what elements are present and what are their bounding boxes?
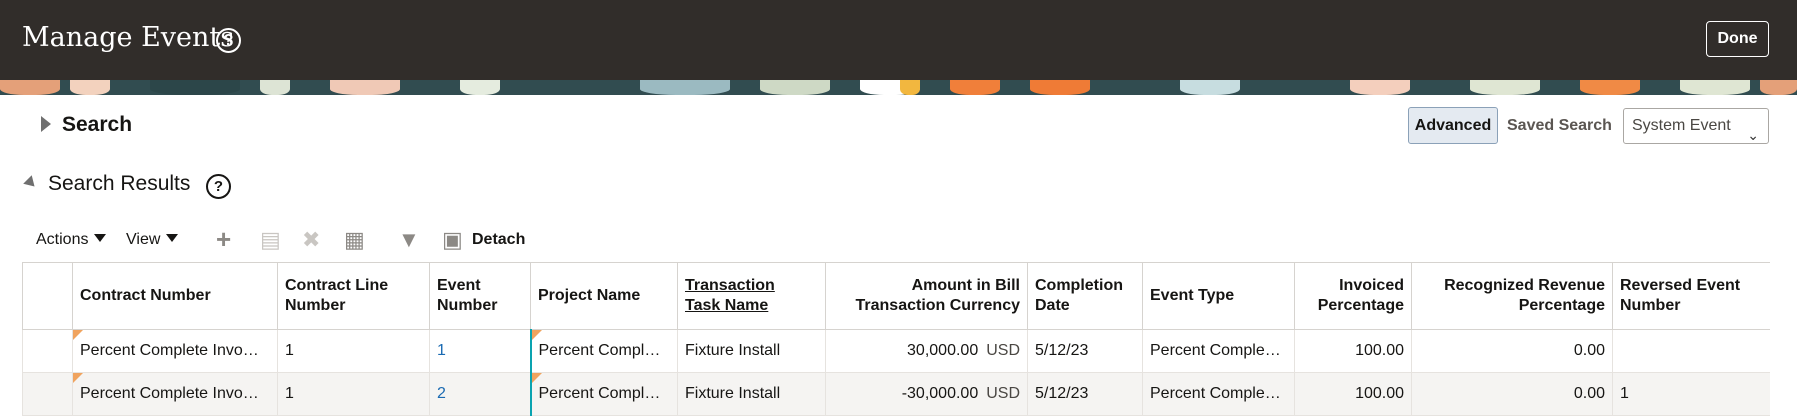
column-header-recognized-revenue-percentage[interactable]: Recognized Revenue Percentage [1411, 262, 1613, 330]
actions-label: Actions [36, 231, 89, 248]
search-section-title[interactable]: Search [62, 113, 132, 137]
help-icon[interactable]: ? [206, 174, 231, 199]
caret-down-icon [166, 234, 179, 242]
reversed-event-cell [1612, 329, 1770, 373]
detach-button[interactable]: Detach [472, 231, 525, 249]
column-header-amount[interactable]: Amount in Bill Transaction Currency [825, 262, 1028, 330]
saved-search-select[interactable]: System Event ⌄ [1623, 108, 1769, 144]
page-title: Manage Events [22, 22, 235, 53]
advanced-button[interactable]: Advanced [1408, 107, 1498, 144]
invoiced-percentage-cell: 100.00 [1294, 329, 1412, 373]
column-header-contract-line-number[interactable]: Contract Line Number [277, 262, 430, 330]
invoiced-percentage-cell: 100.00 [1294, 372, 1412, 416]
event-number-link[interactable]: 2 [429, 372, 531, 416]
amount-cell: -30,000.00 USD [825, 372, 1028, 416]
flag-icon [532, 330, 542, 340]
event-type-cell: Percent Comple… [1142, 372, 1295, 416]
task-name-cell: Fixture Install [677, 372, 826, 416]
chevron-down-icon: ⌄ [1747, 127, 1759, 143]
column-header-transaction-task-name[interactable]: Transaction Task Name [677, 262, 826, 330]
done-button[interactable]: Done [1706, 21, 1769, 57]
events-table: Contract Number Contract Line Number Even… [22, 262, 1770, 416]
contract-line-number-cell: 1 [277, 329, 430, 373]
column-header-project-name[interactable]: Project Name [530, 262, 678, 330]
detach-icon[interactable]: ▣ [442, 227, 463, 253]
table-header-row: Contract Number Contract Line Number Even… [22, 262, 1770, 330]
delete-icon[interactable]: ✖ [302, 227, 320, 253]
saved-search-label: Saved Search [1507, 117, 1612, 134]
column-header-event-type[interactable]: Event Type [1142, 262, 1295, 330]
search-expand-icon[interactable] [41, 116, 51, 132]
view-label: View [126, 231, 161, 248]
recognized-percentage-cell: 0.00 [1411, 329, 1613, 373]
top-bar: Manage Events ? Done [0, 0, 1797, 80]
column-header-reversed-event-number[interactable]: Reversed Event Number [1612, 262, 1770, 330]
view-menu[interactable]: View [126, 231, 179, 249]
project-name-cell: Percent Compl… [529, 329, 678, 373]
contract-number-cell: Percent Complete Invo… [72, 329, 278, 373]
contract-number-cell: Percent Complete Invo… [72, 372, 278, 416]
column-header-invoiced-percentage[interactable]: Invoiced Percentage [1294, 262, 1412, 330]
row-selector-header [22, 262, 73, 330]
results-section-title: Search Results [48, 172, 191, 195]
help-icon[interactable]: ? [216, 28, 241, 53]
flag-icon [73, 330, 83, 340]
reversed-event-cell: 1 [1612, 372, 1770, 416]
event-type-cell: Percent Comple… [1142, 329, 1295, 373]
column-header-event-number[interactable]: Event Number [429, 262, 531, 330]
export-icon[interactable]: ▦ [344, 227, 365, 253]
actions-menu[interactable]: Actions [36, 231, 107, 249]
row-selector[interactable] [22, 329, 73, 373]
event-number-link[interactable]: 1 [429, 329, 531, 373]
project-name-cell: Percent Compl… [529, 372, 678, 416]
filter-icon[interactable]: ▼ [398, 227, 420, 253]
decorative-banner [0, 80, 1797, 95]
completion-date-cell: 5/12/23 [1027, 372, 1143, 416]
completion-date-cell: 5/12/23 [1027, 329, 1143, 373]
caret-down-icon [94, 234, 107, 242]
edit-icon[interactable]: ▤ [260, 227, 281, 253]
table-row[interactable]: Percent Complete Invo… 1 2 Percent Compl… [22, 372, 1770, 416]
row-selector[interactable] [22, 372, 73, 416]
contract-line-number-cell: 1 [277, 372, 430, 416]
task-name-cell: Fixture Install [677, 329, 826, 373]
amount-cell: 30,000.00 USD [825, 329, 1028, 373]
table-row[interactable]: Percent Complete Invo… 1 1 Percent Compl… [22, 329, 1770, 373]
column-header-contract-number[interactable]: Contract Number [72, 262, 278, 330]
column-header-completion-date[interactable]: Completion Date [1027, 262, 1143, 330]
add-icon[interactable]: + [216, 224, 231, 255]
saved-search-value: System Event [1632, 117, 1731, 134]
flag-icon [532, 373, 542, 383]
results-collapse-icon[interactable] [23, 175, 39, 191]
recognized-percentage-cell: 0.00 [1411, 372, 1613, 416]
flag-icon [73, 373, 83, 383]
